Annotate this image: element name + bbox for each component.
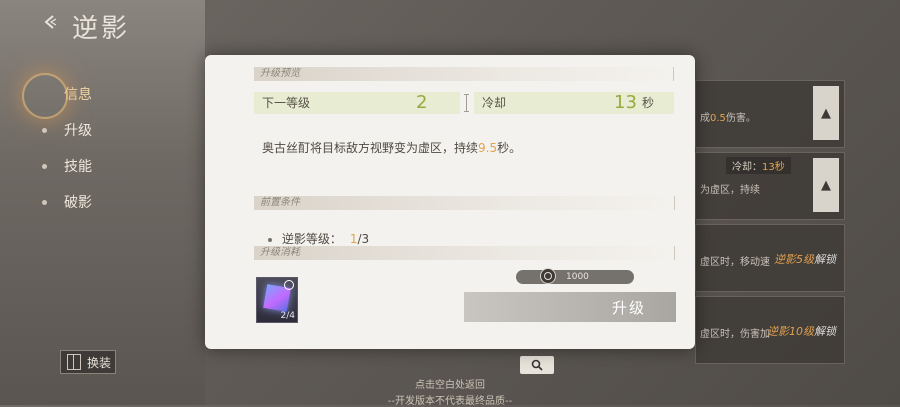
card-text: 成 xyxy=(700,113,710,124)
prereq-row: 逆影等级： 1/3 xyxy=(268,230,369,247)
book-icon xyxy=(67,354,81,370)
nav-item-upgrade[interactable]: 升级 xyxy=(40,118,92,154)
card-text: 虚区时，伤害加 xyxy=(700,329,770,340)
section-header-preview: 升级预览 xyxy=(254,67,674,81)
cooldown-box: 冷却 13 秒 xyxy=(474,92,674,114)
prereq-label: 逆影等级： xyxy=(281,232,342,246)
upgrade-dialog: 升级预览 下一等级 2 冷却 13 秒 奥古丝酊将目标敌方视野变为虚区，持续9.… xyxy=(205,55,695,349)
cooldown-unit: 秒 xyxy=(642,96,655,110)
skill-card-list: 成0.5伤害。 ▲ 冷却：13秒 为虚区，持续 ▲ 虚区时，移动速 逆影5级解锁… xyxy=(695,80,845,368)
nav-item-info[interactable]: 信息 xyxy=(22,73,92,119)
dot-icon xyxy=(42,164,47,169)
skill-description: 奥古丝酊将目标敌方视野变为虚区，持续9.5秒。 xyxy=(262,141,522,155)
dot-icon xyxy=(42,200,47,205)
active-ring-icon xyxy=(22,73,68,119)
page-title: 逆影 xyxy=(72,14,131,44)
nav-item-label: 升级 xyxy=(64,123,92,139)
search-icon xyxy=(531,359,543,371)
swap-outfit-button[interactable]: 换装 xyxy=(60,350,116,374)
nav-item-label: 信息 xyxy=(64,87,92,103)
skill-card-locked[interactable]: 虚区时，伤害加 逆影10级解锁 xyxy=(695,296,845,364)
skill-card-locked[interactable]: 虚区时，移动速 逆影5级解锁 xyxy=(695,224,845,292)
item-count: 2/4 xyxy=(280,311,295,321)
bullet-icon xyxy=(268,237,272,242)
chevron-up-icon[interactable]: ▲ xyxy=(813,86,839,140)
unlock-label: 逆影10级解锁 xyxy=(767,325,836,338)
side-nav: 信息 升级 技能 破影 xyxy=(22,73,92,226)
skill-card[interactable]: 冷却：13秒 为虚区，持续 ▲ xyxy=(695,152,845,220)
section-header-prereq: 前置条件 xyxy=(254,196,675,210)
nav-item-breakthrough[interactable]: 破影 xyxy=(40,190,92,226)
upgrade-material-item[interactable]: 2/4 xyxy=(256,277,298,323)
currency-value: 1000 xyxy=(566,272,589,282)
close-hint: 点击空白处返回 xyxy=(415,380,485,391)
dot-icon xyxy=(42,128,47,133)
stat-row: 下一等级 2 冷却 13 秒 xyxy=(254,92,674,114)
divider-icon xyxy=(464,94,469,112)
next-level-box: 下一等级 2 xyxy=(254,92,460,114)
coin-icon xyxy=(540,268,556,284)
card-text: 为虚区，持续 xyxy=(700,185,760,196)
left-background xyxy=(0,0,205,405)
section-header-cost: 升级消耗 xyxy=(254,246,675,260)
next-level-label: 下一等级 xyxy=(262,96,311,110)
prereq-required: /3 xyxy=(357,232,370,246)
cooldown-label: 冷却 xyxy=(482,96,507,110)
swap-label: 换装 xyxy=(87,355,112,370)
upgrade-button[interactable]: 升级 xyxy=(464,292,676,322)
nav-item-label: 破影 xyxy=(64,195,92,211)
nav-item-label: 技能 xyxy=(64,159,92,175)
card-highlight: 0.5 xyxy=(710,113,726,124)
zoom-button[interactable] xyxy=(520,356,554,374)
next-level-value: 2 xyxy=(416,92,428,113)
card-text: 虚区时，移动速 xyxy=(700,257,770,268)
cooldown-value: 13 xyxy=(614,92,637,113)
currency-cost: 1000 xyxy=(516,268,634,284)
magnify-icon xyxy=(284,280,294,290)
cooldown-badge: 冷却：13秒 xyxy=(726,157,791,174)
nav-item-skills[interactable]: 技能 xyxy=(40,154,92,190)
skill-card[interactable]: 成0.5伤害。 ▲ xyxy=(695,80,845,148)
chevron-up-icon[interactable]: ▲ xyxy=(813,158,839,212)
back-arrow-icon[interactable] xyxy=(42,14,58,30)
unlock-label: 逆影5级解锁 xyxy=(774,253,836,266)
card-text: 伤害。 xyxy=(725,113,756,124)
